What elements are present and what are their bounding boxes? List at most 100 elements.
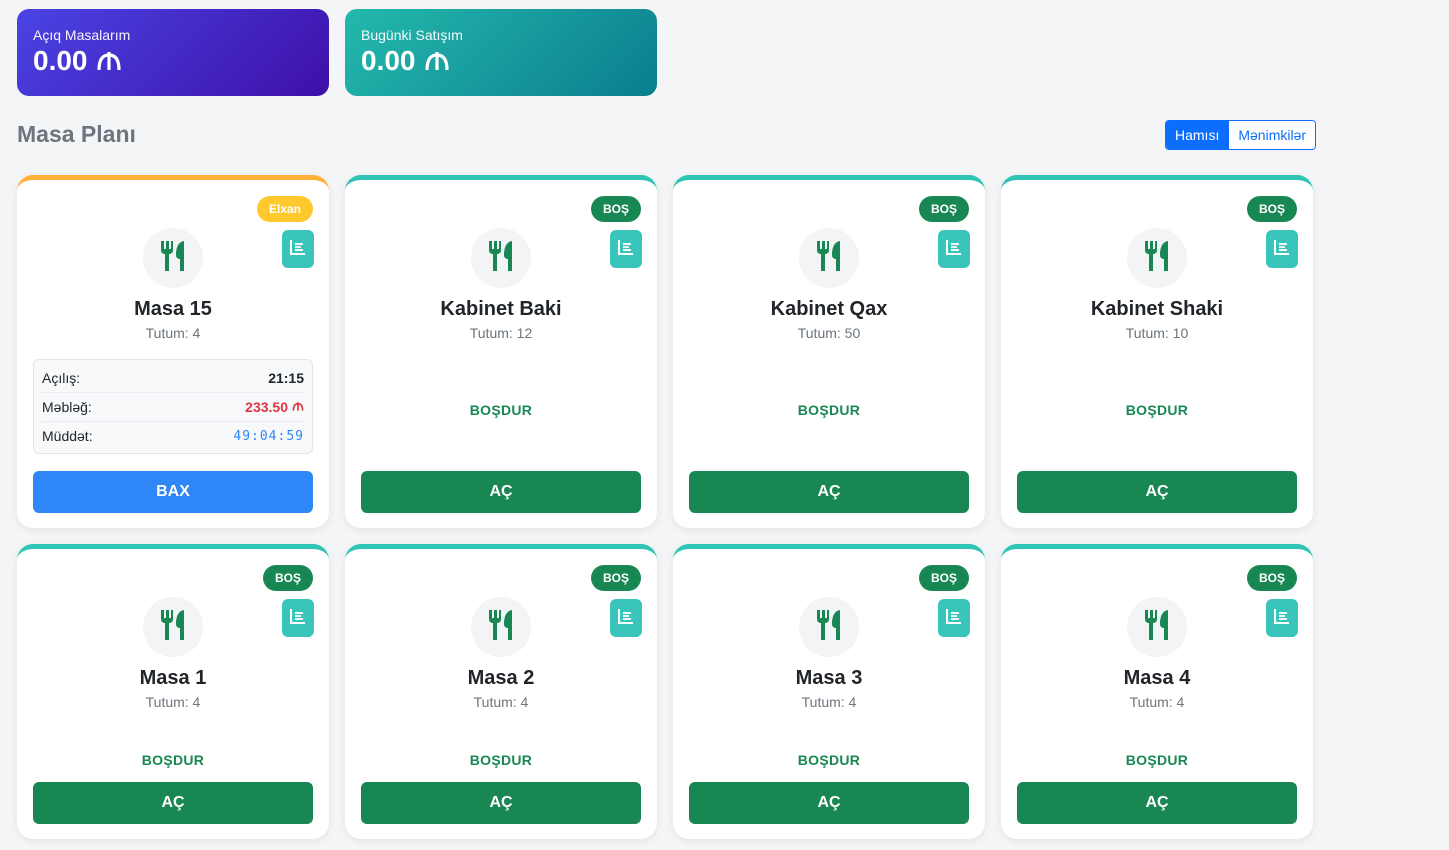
table-capacity: Tutum: 4 bbox=[801, 694, 857, 710]
open-table-button[interactable]: AÇ bbox=[33, 782, 313, 824]
table-capacity: Tutum: 12 bbox=[469, 325, 533, 341]
table-card-2: BOŞ Kabinet Shaki Tutum: 10 BOŞDUR AÇ bbox=[1001, 175, 1313, 528]
list-icon bbox=[617, 238, 635, 261]
utensils-icon bbox=[1142, 239, 1172, 278]
today-sales-label: Bugünki Satışım bbox=[361, 27, 463, 43]
table-status: BOŞDUR bbox=[141, 752, 205, 768]
table-name: Kabinet Shaki bbox=[1090, 298, 1224, 320]
table-card-3: BOŞ Masa 1 Tutum: 4 BOŞDUR AÇ bbox=[17, 544, 329, 839]
amount-value: 233.50 bbox=[245, 399, 288, 415]
utensils-icon bbox=[814, 608, 844, 647]
table-name: Masa 1 bbox=[139, 667, 207, 689]
table-name: Kabinet Qax bbox=[770, 298, 888, 320]
order-list-button[interactable] bbox=[610, 230, 642, 268]
utensils-icon bbox=[1142, 608, 1172, 647]
order-list-button[interactable] bbox=[282, 230, 314, 268]
table-icon-circle bbox=[143, 228, 203, 288]
table-capacity: Tutum: 10 bbox=[1125, 325, 1189, 341]
table-icon-circle bbox=[1127, 597, 1187, 657]
status-badge: BOŞ bbox=[590, 196, 641, 222]
table-name: Masa 2 bbox=[467, 667, 535, 689]
page-title: Masa Planı bbox=[17, 121, 136, 147]
table-name: Kabinet Baki bbox=[440, 298, 562, 320]
table-status: BOŞDUR bbox=[469, 402, 533, 418]
utensils-icon bbox=[158, 239, 188, 278]
duration-value: 49:04:59 bbox=[233, 428, 304, 444]
order-list-button[interactable] bbox=[1266, 599, 1298, 637]
open-tables-value-row: 0.00 bbox=[33, 45, 313, 77]
open-table-button[interactable]: AÇ bbox=[1017, 471, 1297, 513]
opening-time-value: 21:15 bbox=[268, 370, 304, 386]
utensils-icon bbox=[486, 239, 516, 278]
open-table-button[interactable]: AÇ bbox=[689, 782, 969, 824]
table-card-0: BOŞ Kabinet Baki Tutum: 12 BOŞDUR AÇ bbox=[345, 175, 657, 528]
list-icon bbox=[945, 607, 963, 630]
order-list-button[interactable] bbox=[1266, 230, 1298, 268]
status-badge: BOŞ bbox=[1246, 196, 1297, 222]
filter-mine-button[interactable]: Mənimkilər bbox=[1228, 121, 1316, 149]
table-name: Masa 4 bbox=[1123, 667, 1191, 689]
amount-row: Məbləğ: 233.50 bbox=[42, 393, 304, 422]
list-icon bbox=[1273, 238, 1291, 261]
status-badge: BOŞ bbox=[590, 565, 641, 591]
table-card-1: BOŞ Kabinet Qax Tutum: 50 BOŞDUR AÇ bbox=[673, 175, 985, 528]
status-badge: BOŞ bbox=[918, 196, 969, 222]
table-capacity: Tutum: 4 bbox=[473, 694, 529, 710]
today-sales-stat-card: Bugünki Satışım 0.00 bbox=[345, 9, 657, 96]
list-icon bbox=[945, 238, 963, 261]
today-sales-value: 0.00 bbox=[361, 45, 416, 76]
opening-time-row: Açılış: 21:15 bbox=[42, 364, 304, 393]
filter-all-button[interactable]: Hamısı bbox=[1166, 121, 1229, 149]
list-icon bbox=[1273, 607, 1291, 630]
table-status: BOŞDUR bbox=[797, 402, 861, 418]
table-name: Masa 3 bbox=[795, 667, 863, 689]
table-icon-circle bbox=[471, 228, 531, 288]
open-table-button[interactable]: AÇ bbox=[1017, 782, 1297, 824]
status-badge: BOŞ bbox=[918, 565, 969, 591]
opening-time-label: Açılış: bbox=[42, 370, 81, 386]
table-card-6: BOŞ Masa 4 Tutum: 4 BOŞDUR AÇ bbox=[1001, 544, 1313, 839]
table-status: BOŞDUR bbox=[1125, 752, 1189, 768]
table-status: BOŞDUR bbox=[1125, 402, 1189, 418]
table-card-5: BOŞ Masa 3 Tutum: 4 BOŞDUR AÇ bbox=[673, 544, 985, 839]
view-table-button[interactable]: BAX bbox=[33, 471, 313, 513]
waiter-badge: Elxan bbox=[256, 196, 313, 222]
list-icon bbox=[289, 607, 307, 630]
table-icon-circle bbox=[1127, 228, 1187, 288]
open-table-button[interactable]: AÇ bbox=[689, 471, 969, 513]
table-filter-toggle: Hamısı Mənimkilər bbox=[1165, 120, 1317, 150]
utensils-icon bbox=[158, 608, 188, 647]
table-capacity: Tutum: 50 bbox=[797, 325, 861, 341]
open-tables-label: Açıq Masalarım bbox=[33, 27, 131, 43]
table-status: BOŞDUR bbox=[469, 752, 533, 768]
table-card-4: BOŞ Masa 2 Tutum: 4 BOŞDUR AÇ bbox=[345, 544, 657, 839]
utensils-icon bbox=[486, 608, 516, 647]
order-list-button[interactable] bbox=[938, 599, 970, 637]
order-list-button[interactable] bbox=[938, 230, 970, 268]
table-name: Masa 15 bbox=[134, 298, 212, 320]
duration-row: Müddət: 49:04:59 bbox=[42, 422, 304, 450]
table-card-masa-15: Elxan Masa 15 Tutum: 4 Açılış: 21:15 Məb… bbox=[17, 175, 329, 528]
table-icon-circle bbox=[471, 597, 531, 657]
utensils-icon bbox=[814, 239, 844, 278]
amount-label: Məbləğ: bbox=[42, 399, 92, 415]
open-table-button[interactable]: AÇ bbox=[361, 782, 641, 824]
manat-icon bbox=[424, 50, 450, 72]
table-icon-circle bbox=[143, 597, 203, 657]
table-capacity: Tutum: 4 bbox=[1129, 694, 1185, 710]
table-capacity: Tutum: 4 bbox=[145, 694, 201, 710]
manat-icon bbox=[96, 50, 122, 72]
open-tables-value: 0.00 bbox=[33, 45, 88, 76]
table-icon-circle bbox=[799, 228, 859, 288]
order-list-button[interactable] bbox=[282, 599, 314, 637]
today-sales-value-row: 0.00 bbox=[361, 45, 641, 77]
amount-value-group: 233.50 bbox=[245, 399, 304, 415]
table-capacity: Tutum: 4 bbox=[145, 325, 201, 341]
manat-icon bbox=[292, 399, 304, 415]
open-table-button[interactable]: AÇ bbox=[361, 471, 641, 513]
order-list-button[interactable] bbox=[610, 599, 642, 637]
status-badge: BOŞ bbox=[262, 565, 313, 591]
open-tables-stat-card: Açıq Masalarım 0.00 bbox=[17, 9, 329, 96]
status-badge: BOŞ bbox=[1246, 565, 1297, 591]
list-icon bbox=[289, 238, 307, 261]
